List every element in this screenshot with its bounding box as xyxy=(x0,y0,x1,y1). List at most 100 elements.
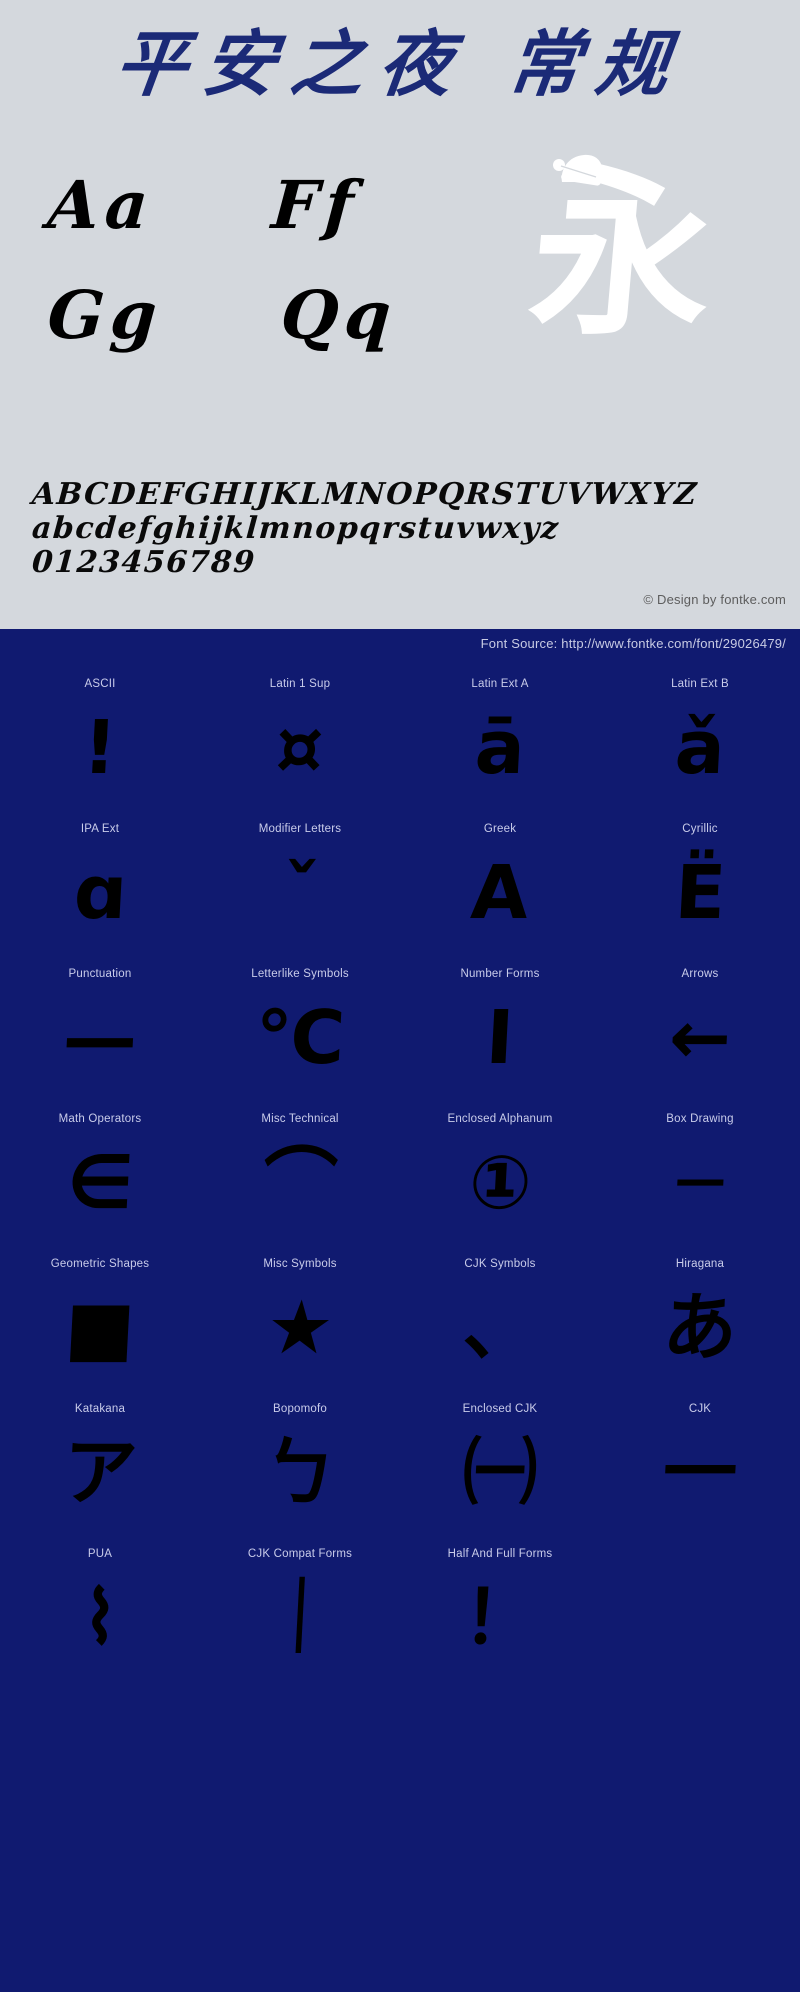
font-source-link[interactable]: Font Source: http://www.fontke.com/font/… xyxy=(481,636,786,651)
coverage-cell-glyph: ā xyxy=(472,705,528,791)
coverage-cell-glyph: ① xyxy=(466,1140,534,1226)
coverage-cell-glyph: ■ xyxy=(62,1285,138,1371)
sample-pair-ff: Ff xyxy=(269,166,362,244)
coverage-cell-label: Greek xyxy=(483,823,517,835)
coverage-cell-glyph: ⌇ xyxy=(79,1575,121,1661)
alphabet-lowercase-row: abcdefghijklmnopqrstuvwxyz xyxy=(30,511,561,546)
coverage-cell[interactable]: PUA ⌇ xyxy=(0,1546,200,1691)
copyright-notice: © Design by fontke.com xyxy=(643,592,786,607)
coverage-cell-label: Half And Full Forms xyxy=(447,1548,553,1560)
coverage-cell[interactable]: Arrows ← xyxy=(600,966,800,1111)
coverage-cell-label: Number Forms xyxy=(460,968,540,980)
coverage-cell-glyph: ア xyxy=(60,1430,140,1516)
alphabet-uppercase-row: ABCDEFGHIJKLMNOPQRSTUVWXYZ xyxy=(30,477,699,512)
coverage-cell[interactable]: Cyrillic Ё xyxy=(600,821,800,966)
coverage-cell[interactable]: Letterlike Symbols ℃ xyxy=(200,966,400,1111)
coverage-cell-label: Bopomofo xyxy=(272,1403,328,1415)
sample-letters-block: Aa Ff Gg Qq xyxy=(45,150,468,370)
coverage-cell-glyph: 一 xyxy=(660,1430,740,1516)
coverage-cell[interactable]: Modifier Letters ˇ xyxy=(200,821,400,966)
coverage-cell-glyph: ¤ xyxy=(274,705,326,791)
coverage-cell-label: Arrows xyxy=(681,968,719,980)
coverage-cell[interactable]: Math Operators ∈ xyxy=(0,1111,200,1256)
specimen-glyph: 永 xyxy=(522,151,722,360)
coverage-cell-label: Misc Symbols xyxy=(263,1258,337,1270)
coverage-cell[interactable]: Number Forms Ⅰ xyxy=(400,966,600,1111)
coverage-cell-label: Katakana xyxy=(74,1403,126,1415)
coverage-cell-label: Misc Technical xyxy=(261,1113,339,1125)
coverage-cell-label: Enclosed Alphanum xyxy=(447,1113,553,1125)
sample-pair-qq: Qq xyxy=(277,276,399,354)
coverage-cell-glyph: — xyxy=(60,995,140,1081)
coverage-cell[interactable]: Misc Technical ⌒ xyxy=(200,1111,400,1256)
coverage-cell-label: Box Drawing xyxy=(666,1113,734,1125)
coverage-cell-label: Math Operators xyxy=(58,1113,142,1125)
coverage-cell[interactable]: Box Drawing ─ xyxy=(600,1111,800,1256)
coverage-cell-glyph: ℃ xyxy=(252,995,348,1081)
coverage-cell[interactable]: CJK 一 xyxy=(600,1401,800,1546)
coverage-cell-glyph: ! xyxy=(80,705,120,791)
coverage-cell-glyph: ˇ xyxy=(279,850,321,936)
coverage-cell-glyph: ⌒ xyxy=(260,1140,340,1226)
coverage-cell[interactable]: Misc Symbols ★ xyxy=(200,1256,400,1401)
santa-hat-icon xyxy=(553,154,603,186)
coverage-cell-label: CJK Compat Forms xyxy=(247,1548,353,1560)
coverage-cell[interactable]: Latin 1 Sup ¤ xyxy=(200,676,400,821)
sample-pair-gg: Gg xyxy=(45,276,166,354)
coverage-cell[interactable]: Punctuation — xyxy=(0,966,200,1111)
coverage-cell[interactable]: Hiragana あ xyxy=(600,1256,800,1401)
coverage-grid: ASCII! Latin 1 Sup ¤ Latin Ext Aā Latin Ext … xyxy=(0,676,800,1691)
coverage-cell-label: ASCII xyxy=(84,678,116,690)
coverage-cell-glyph: 、 xyxy=(460,1285,540,1371)
coverage-cell-glyph: ǎ xyxy=(672,705,728,791)
coverage-cell[interactable]: Latin Ext B ǎ xyxy=(600,676,800,821)
coverage-cell-label: CJK xyxy=(688,1403,712,1415)
coverage-cell-glyph: ─ xyxy=(675,1140,725,1226)
unicode-coverage-panel: Font Source: http://www.fontke.com/font/… xyxy=(0,629,800,1992)
coverage-cell-glyph: ∈ xyxy=(64,1140,136,1226)
coverage-cell-glyph: ★ xyxy=(264,1285,336,1371)
coverage-cell-glyph: Ё xyxy=(672,850,728,936)
coverage-cell[interactable]: Half And Full Forms ！ xyxy=(400,1546,600,1691)
coverage-cell[interactable]: ASCII! xyxy=(0,676,200,821)
coverage-cell[interactable]: Katakana ア xyxy=(0,1401,200,1546)
coverage-cell[interactable]: Bopomofo ㄅ xyxy=(200,1401,400,1546)
coverage-cell-label: Latin Ext A xyxy=(471,678,529,690)
coverage-cell-label: Latin 1 Sup xyxy=(269,678,331,690)
coverage-cell-glyph: Α xyxy=(469,850,531,936)
coverage-cell[interactable] xyxy=(600,1546,800,1691)
coverage-cell-label: PUA xyxy=(87,1548,113,1560)
coverage-cell[interactable]: Enclosed Alphanum ① xyxy=(400,1111,600,1256)
coverage-cell[interactable]: Greek Α xyxy=(400,821,600,966)
coverage-cell[interactable]: Enclosed CJK ㈠ xyxy=(400,1401,600,1546)
coverage-cell-label: Latin Ext B xyxy=(671,678,729,690)
alphabet-digits-row: 0123456789 xyxy=(30,545,258,580)
coverage-cell-label: IPA Ext xyxy=(80,823,120,835)
coverage-cell-glyph: Ⅰ xyxy=(483,995,517,1081)
alphabet-block: ABCDEFGHIJKLMNOPQRSTUVWXYZ abcdefghijklm… xyxy=(30,477,772,580)
font-preview-panel: 平安之夜 常规 Aa Ff Gg Qq 永 ABCDEFGHIJKLMNOPQR… xyxy=(0,0,800,629)
coverage-cell-label: Letterlike Symbols xyxy=(251,968,349,980)
coverage-cell-glyph: ← xyxy=(666,995,734,1081)
page-title: 平安之夜 常规 xyxy=(110,21,690,106)
coverage-cell-glyph: ！ xyxy=(460,1575,540,1661)
coverage-cell[interactable]: Latin Ext A ā xyxy=(400,676,600,821)
coverage-cell[interactable]: IPA Ext ɑ xyxy=(0,821,200,966)
coverage-cell-glyph: ｜ xyxy=(260,1575,340,1661)
coverage-cell-glyph: ɑ xyxy=(71,850,129,936)
coverage-cell-label: Enclosed CJK xyxy=(462,1403,538,1415)
coverage-cell-label: Hiragana xyxy=(675,1258,725,1270)
coverage-cell-glyph: あ xyxy=(660,1285,740,1371)
sample-row: Gg Qq xyxy=(45,260,468,370)
coverage-cell-label: Punctuation xyxy=(68,968,132,980)
coverage-cell[interactable]: CJK Compat Forms ｜ xyxy=(200,1546,400,1691)
coverage-cell-glyph: ㄅ xyxy=(260,1430,340,1516)
sample-pair-aa: Aa xyxy=(45,166,157,244)
sample-row: Aa Ff xyxy=(45,150,468,260)
coverage-cell[interactable]: CJK Symbols 、 xyxy=(400,1256,600,1401)
coverage-cell-glyph: ㈠ xyxy=(460,1430,540,1516)
coverage-cell-label: Geometric Shapes xyxy=(50,1258,150,1270)
coverage-cell-label: CJK Symbols xyxy=(464,1258,536,1270)
coverage-cell[interactable]: Geometric Shapes ■ xyxy=(0,1256,200,1401)
coverage-cell-label: Cyrillic xyxy=(682,823,718,835)
